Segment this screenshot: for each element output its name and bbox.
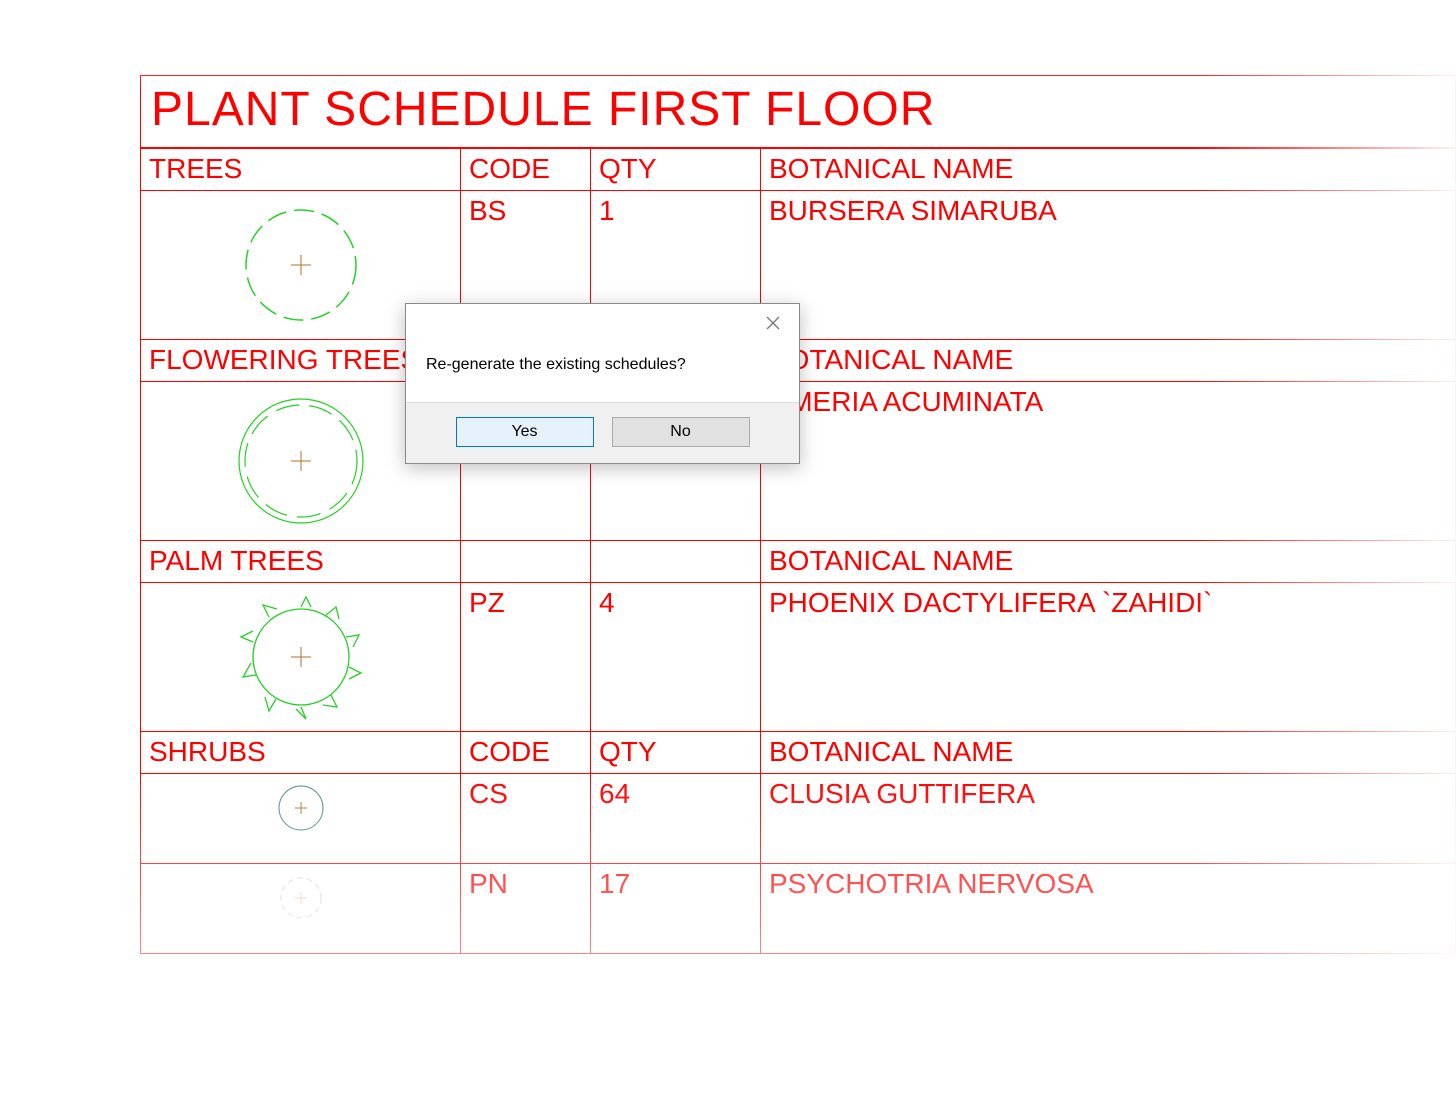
table-row: PZ 4 PHOENIX DACTYLIFERA `ZAHIDI` [141, 583, 1456, 732]
column-header-qty: QTY [591, 149, 761, 191]
botanical-cell: CLUSIA GUTTIFERA [761, 774, 1456, 864]
shrub-circle-icon [271, 778, 331, 838]
botanical-cell: UMERIA ACUMINATA [761, 382, 1456, 541]
table-row: CS 64 CLUSIA GUTTIFERA [141, 774, 1456, 864]
dialog-message: Re-generate the existing schedules? [406, 304, 799, 402]
table-row: PN 17 PSYCHOTRIA NERVOSA [141, 864, 1456, 954]
shrub-small-gear-icon [271, 868, 331, 928]
plant-symbol-cell [141, 583, 461, 732]
schedule-grid: TREES CODE QTY BOTANICAL NAME BS 1 BURSE… [140, 148, 1456, 954]
code-cell: PZ [461, 583, 591, 732]
tree-gear-icon [231, 195, 371, 335]
no-button[interactable]: No [612, 417, 750, 447]
botanical-cell: PHOENIX DACTYLIFERA `ZAHIDI` [761, 583, 1456, 732]
column-header-code: CODE [461, 149, 591, 191]
close-icon[interactable] [753, 308, 793, 338]
plant-schedule-table: PLANT SCHEDULE FIRST FLOOR TREES CODE QT… [140, 75, 1456, 954]
palm-cog-icon [231, 587, 371, 727]
category-label: SHRUBS [141, 732, 461, 774]
column-header-code [461, 541, 591, 583]
qty-cell: 17 [591, 864, 761, 954]
column-header-botanical: BOTANICAL NAME [761, 732, 1456, 774]
column-header-botanical: BOTANICAL NAME [761, 340, 1456, 382]
column-header-code: CODE [461, 732, 591, 774]
dialog-button-bar: Yes No [406, 402, 799, 463]
yes-button[interactable]: Yes [456, 417, 594, 447]
section-header-row: PALM TREES BOTANICAL NAME [141, 541, 1456, 583]
botanical-cell: BURSERA SIMARUBA [761, 191, 1456, 340]
plant-symbol-cell [141, 864, 461, 954]
column-header-qty [591, 541, 761, 583]
category-label: TREES [141, 149, 461, 191]
flowering-tree-disc-icon [226, 386, 376, 536]
section-header-row: SHRUBS CODE QTY BOTANICAL NAME [141, 732, 1456, 774]
category-label: PALM TREES [141, 541, 461, 583]
qty-cell: 4 [591, 583, 761, 732]
code-cell: CS [461, 774, 591, 864]
column-header-qty: QTY [591, 732, 761, 774]
qty-cell: 64 [591, 774, 761, 864]
plant-symbol-cell [141, 774, 461, 864]
code-cell: PN [461, 864, 591, 954]
section-header-row: TREES CODE QTY BOTANICAL NAME [141, 149, 1456, 191]
schedule-title: PLANT SCHEDULE FIRST FLOOR [140, 75, 1456, 148]
confirm-dialog: Re-generate the existing schedules? Yes … [405, 303, 800, 464]
column-header-botanical: BOTANICAL NAME [761, 149, 1456, 191]
column-header-botanical: BOTANICAL NAME [761, 541, 1456, 583]
botanical-cell: PSYCHOTRIA NERVOSA [761, 864, 1456, 954]
